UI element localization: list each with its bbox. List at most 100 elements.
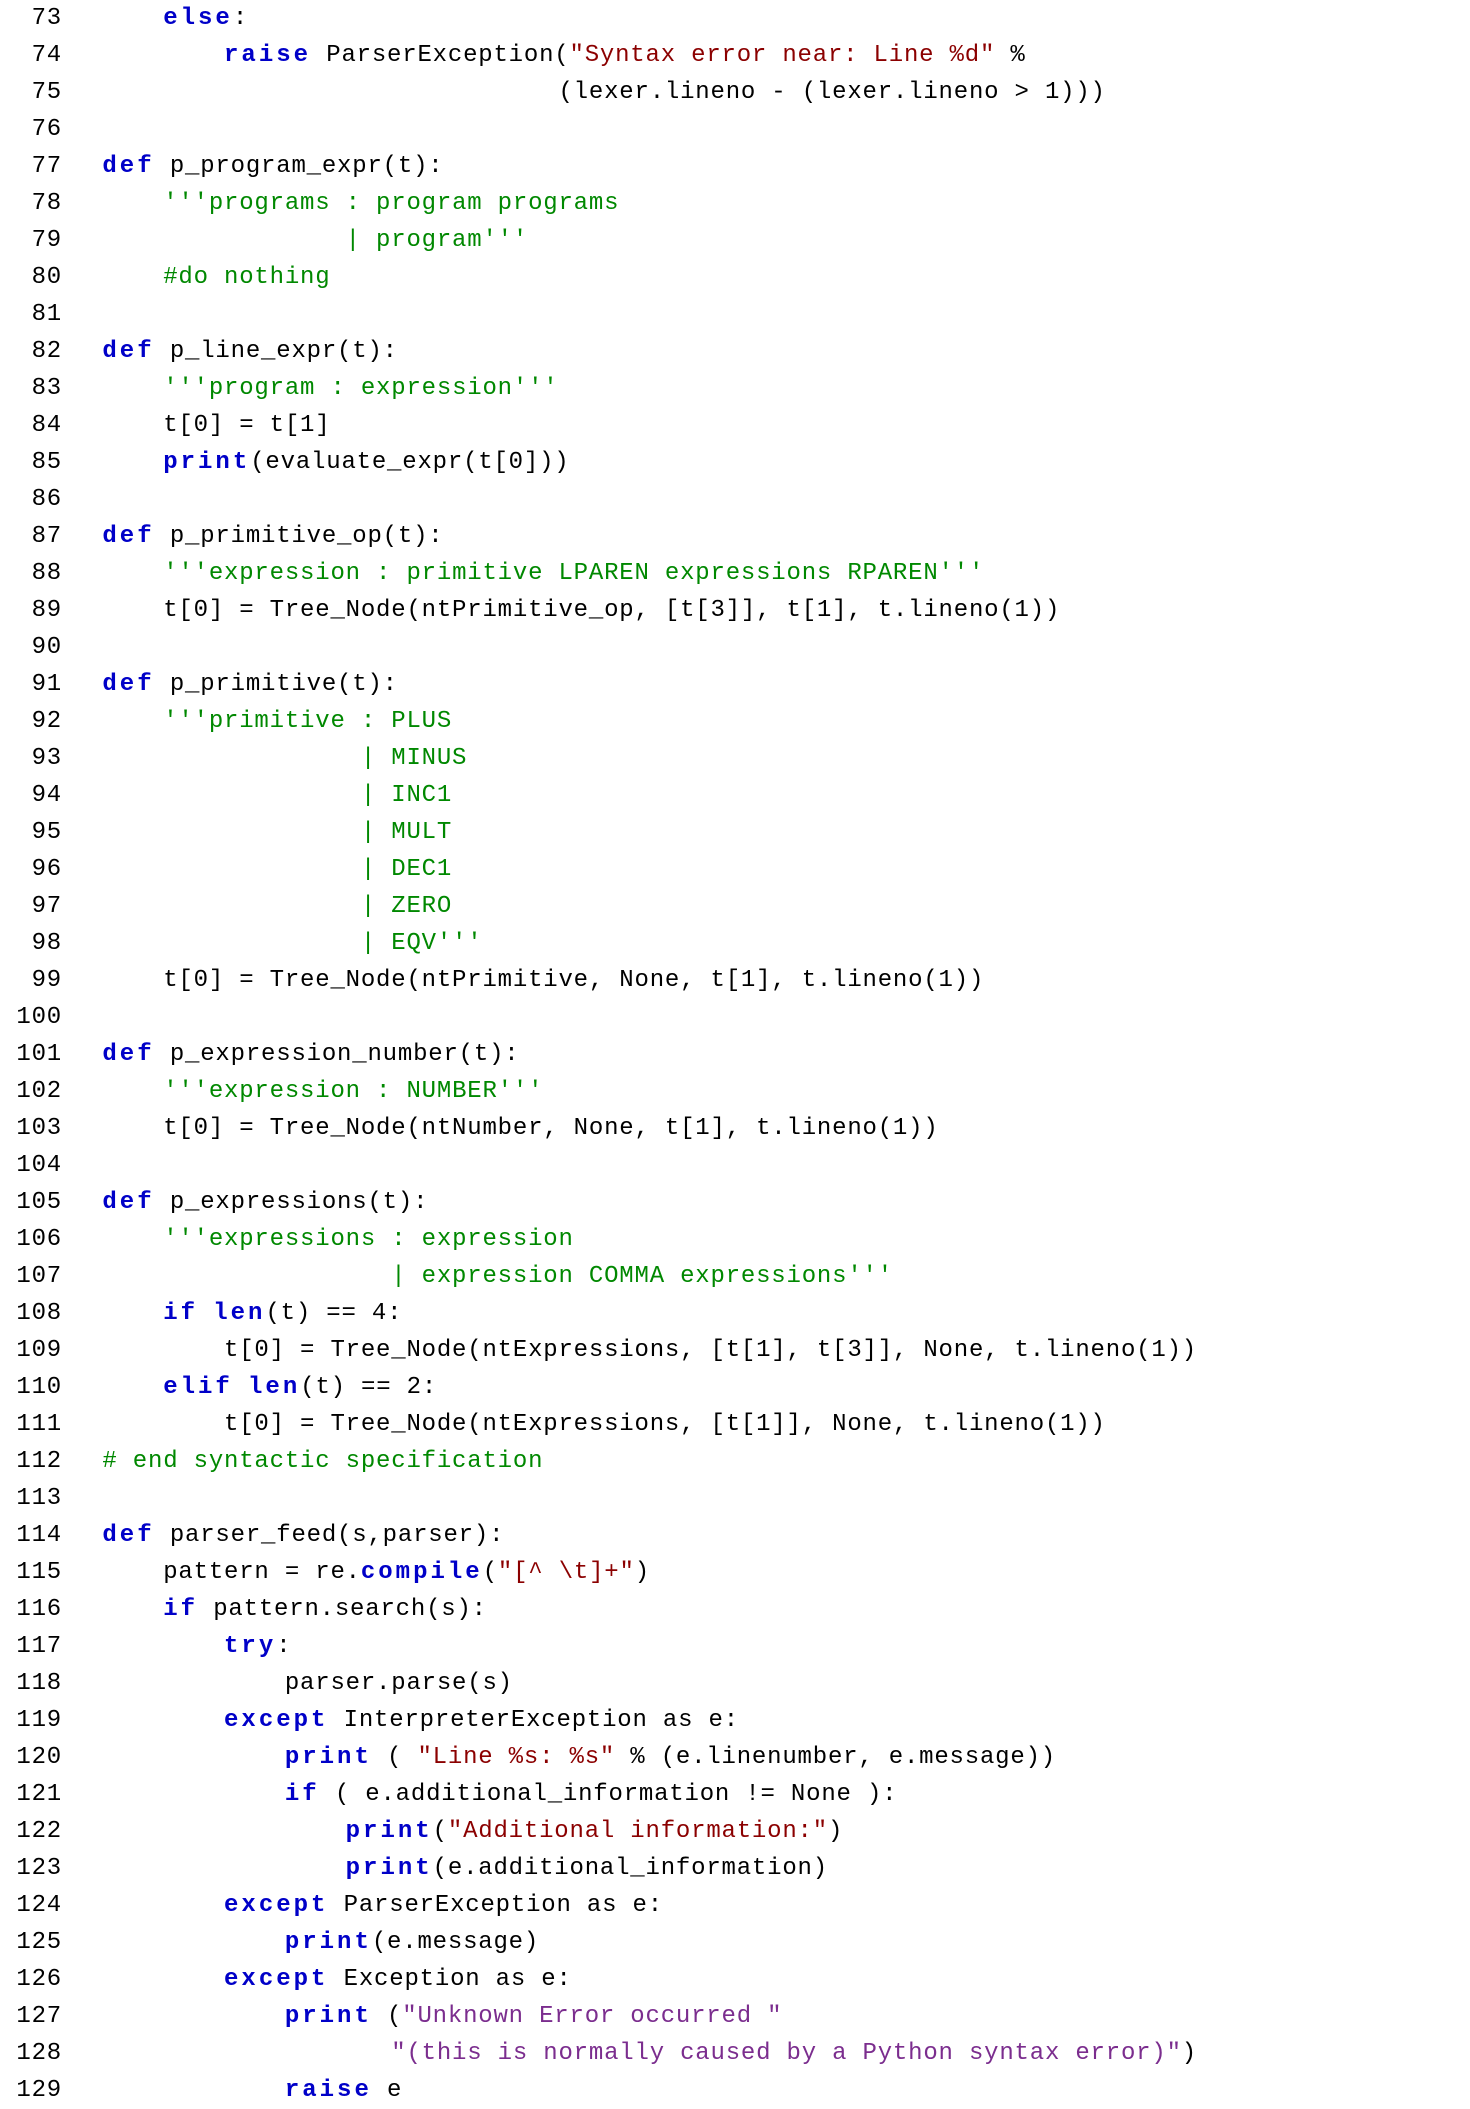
code-content: | MINUS [72, 740, 467, 777]
code-line: 99 t[0] = Tree_Node(ntPrimitive, None, t… [0, 962, 1470, 999]
line-number: 111 [0, 1406, 72, 1443]
code-content: elif len(t) == 2: [72, 1369, 437, 1406]
code-line: 122 print("Additional information:") [0, 1813, 1470, 1850]
code-content: raise ParserException("Syntax error near… [72, 37, 1026, 74]
code-line: 110 elif len(t) == 2: [0, 1369, 1470, 1406]
code-content: | MULT [72, 814, 452, 851]
code-line: 112 # end syntactic specification [0, 1443, 1470, 1480]
code-content: if ( e.additional_information != None ): [72, 1776, 897, 1813]
code-content: print ( "Line %s: %s" % (e.linenumber, e… [72, 1739, 1056, 1776]
code-line: 91 def p_primitive(t): [0, 666, 1470, 703]
line-number: 87 [0, 518, 72, 555]
line-number: 107 [0, 1258, 72, 1295]
code-content: t[0] = t[1] [72, 407, 330, 444]
line-number: 80 [0, 259, 72, 296]
line-number: 103 [0, 1110, 72, 1147]
code-content: else: [72, 0, 248, 37]
code-line: 100 [0, 999, 1470, 1036]
line-number: 122 [0, 1813, 72, 1850]
line-number: 79 [0, 222, 72, 259]
code-line: 115 pattern = re.compile("[^ \t]+") [0, 1554, 1470, 1591]
code-content: if len(t) == 4: [72, 1295, 402, 1332]
line-number: 105 [0, 1184, 72, 1221]
line-number: 90 [0, 629, 72, 666]
code-line: 109 t[0] = Tree_Node(ntExpressions, [t[1… [0, 1332, 1470, 1369]
code-line: 124 except ParserException as e: [0, 1887, 1470, 1924]
line-number: 89 [0, 592, 72, 629]
code-content: t[0] = Tree_Node(ntExpressions, [t[1], t… [72, 1332, 1197, 1369]
code-line: 81 [0, 296, 1470, 333]
line-number: 117 [0, 1628, 72, 1665]
code-line: 84 t[0] = t[1] [0, 407, 1470, 444]
line-number: 108 [0, 1295, 72, 1332]
code-line: 105 def p_expressions(t): [0, 1184, 1470, 1221]
code-line: 76 [0, 111, 1470, 148]
code-line: 74 raise ParserException("Syntax error n… [0, 37, 1470, 74]
code-content: def p_line_expr(t): [72, 333, 398, 370]
line-number: 128 [0, 2035, 72, 2072]
code-content: (lexer.lineno - (lexer.lineno > 1))) [72, 74, 1106, 111]
code-line: 93 | MINUS [0, 740, 1470, 777]
code-content: def parser_feed(s,parser): [72, 1517, 504, 1554]
code-line: 119 except InterpreterException as e: [0, 1702, 1470, 1739]
line-number: 104 [0, 1147, 72, 1184]
code-content: try: [72, 1628, 291, 1665]
code-line: 117 try: [0, 1628, 1470, 1665]
line-number: 82 [0, 333, 72, 370]
line-number: 102 [0, 1073, 72, 1110]
code-line: 87 def p_primitive_op(t): [0, 518, 1470, 555]
code-line: 90 [0, 629, 1470, 666]
code-line: 97 | ZERO [0, 888, 1470, 925]
code-content: parser.parse(s) [72, 1665, 513, 1702]
code-line: 128 "(this is normally caused by a Pytho… [0, 2035, 1470, 2072]
line-number: 98 [0, 925, 72, 962]
line-number: 113 [0, 1480, 72, 1517]
code-content: "(this is normally caused by a Python sy… [72, 2035, 1197, 2072]
code-line: 118 parser.parse(s) [0, 1665, 1470, 1702]
code-content: print("Additional information:") [72, 1813, 843, 1850]
line-number: 121 [0, 1776, 72, 1813]
code-line: 121 if ( e.additional_information != Non… [0, 1776, 1470, 1813]
line-number: 76 [0, 111, 72, 148]
code-line: 92 '''primitive : PLUS [0, 703, 1470, 740]
code-line: 96 | DEC1 [0, 851, 1470, 888]
code-content: | program''' [72, 222, 528, 259]
line-number: 97 [0, 888, 72, 925]
code-line: 79 | program''' [0, 222, 1470, 259]
line-number: 77 [0, 148, 72, 185]
code-line: 75 (lexer.lineno - (lexer.lineno > 1))) [0, 74, 1470, 111]
code-line: 129 raise e [0, 2072, 1470, 2109]
line-number: 125 [0, 1924, 72, 1961]
code-content: def p_expression_number(t): [72, 1036, 519, 1073]
line-number: 99 [0, 962, 72, 999]
code-content: | ZERO [72, 888, 452, 925]
code-content: def p_program_expr(t): [72, 148, 443, 185]
line-number: 129 [0, 2072, 72, 2109]
line-number: 94 [0, 777, 72, 814]
code-content: if pattern.search(s): [72, 1591, 487, 1628]
code-line: 113 [0, 1480, 1470, 1517]
code-line: 77 def p_program_expr(t): [0, 148, 1470, 185]
code-content: | DEC1 [72, 851, 452, 888]
line-number: 74 [0, 37, 72, 74]
code-content: except InterpreterException as e: [72, 1702, 739, 1739]
line-number: 96 [0, 851, 72, 888]
code-line: 86 [0, 481, 1470, 518]
code-content: except ParserException as e: [72, 1887, 663, 1924]
line-number: 100 [0, 999, 72, 1036]
line-number: 81 [0, 296, 72, 333]
code-line: 104 [0, 1147, 1470, 1184]
code-line: 125 print(e.message) [0, 1924, 1470, 1961]
code-content: t[0] = Tree_Node(ntExpressions, [t[1]], … [72, 1406, 1106, 1443]
line-number: 120 [0, 1739, 72, 1776]
code-content: print(e.additional_information) [72, 1850, 828, 1887]
code-line: 80 #do nothing [0, 259, 1470, 296]
code-line: 114 def parser_feed(s,parser): [0, 1517, 1470, 1554]
code-content: def p_expressions(t): [72, 1184, 428, 1221]
line-number: 83 [0, 370, 72, 407]
code-line: 82 def p_line_expr(t): [0, 333, 1470, 370]
line-number: 75 [0, 74, 72, 111]
code-content: def p_primitive(t): [72, 666, 398, 703]
line-number: 126 [0, 1961, 72, 1998]
line-number: 124 [0, 1887, 72, 1924]
